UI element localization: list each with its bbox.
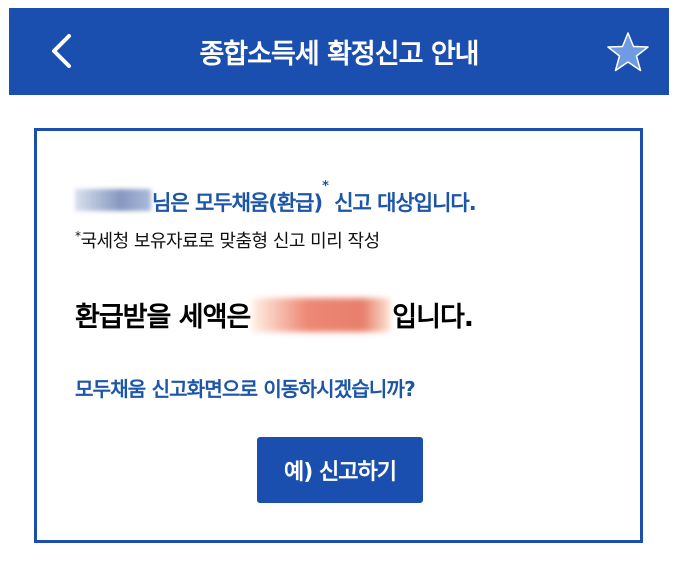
notice-card: 님은 모두채움(환급) * 신고 대상입니다. *국세청 보유자료로 맞춤형 신고… — [34, 128, 643, 543]
eligibility-message: 님은 모두채움(환급) * 신고 대상입니다. — [75, 180, 477, 217]
masked-user-name — [75, 189, 151, 211]
app-header: 종합소득세 확정신고 안내 — [9, 8, 669, 95]
refund-suffix: 입니다. — [392, 302, 474, 333]
footnote: *국세청 보유자료로 맞춤형 신고 미리 작성 — [75, 227, 380, 253]
refund-amount-message: 환급받을 세액은 입니다. — [75, 295, 474, 334]
navigation-question: 모두채움 신고화면으로 이동하시겠습니까? — [75, 377, 416, 401]
refund-prefix: 환급받을 세액은 — [75, 302, 251, 333]
chevron-left-icon — [52, 34, 71, 68]
back-button[interactable] — [39, 28, 83, 74]
eligibility-text: 님은 모두채움(환급) — [152, 191, 323, 215]
masked-refund-amount — [252, 297, 391, 332]
confirm-file-button[interactable]: 예) 신고하기 — [257, 437, 423, 503]
favorite-button[interactable] — [605, 29, 651, 75]
eligibility-tail: 신고 대상입니다. — [327, 191, 477, 215]
star-icon — [607, 32, 649, 72]
page-title: 종합소득세 확정신고 안내 — [199, 39, 479, 70]
footnote-text: 국세청 보유자료로 맞춤형 신고 미리 작성 — [80, 231, 381, 252]
